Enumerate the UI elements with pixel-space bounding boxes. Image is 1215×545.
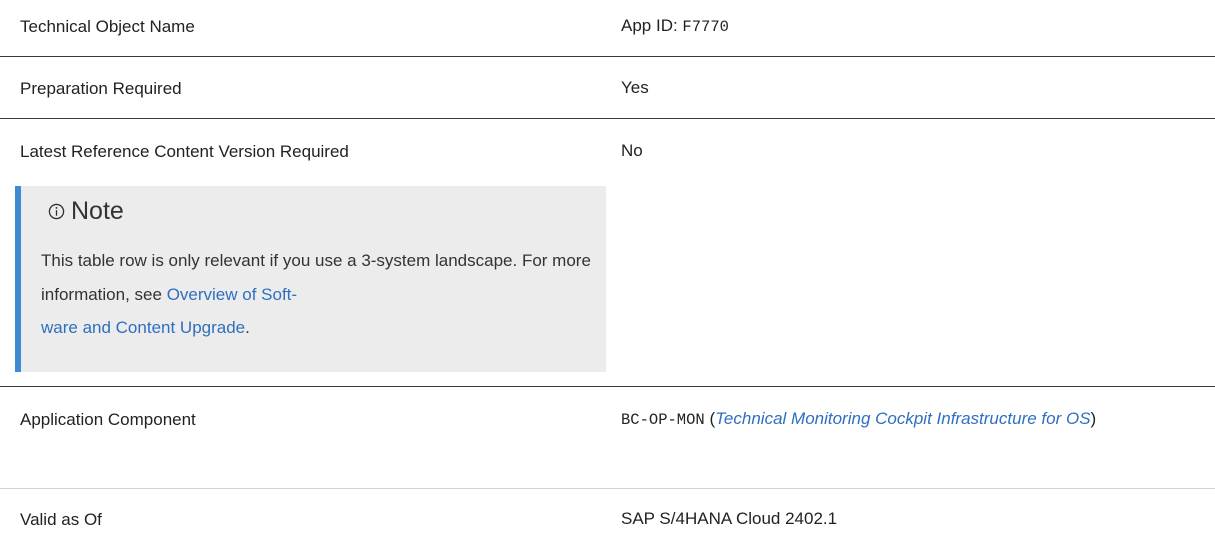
row-value: App ID: F7770 bbox=[621, 10, 1211, 43]
note-box: Note This table row is only relevant if … bbox=[15, 186, 606, 372]
row-label: Valid as Of bbox=[20, 510, 102, 529]
note-title: Note bbox=[48, 197, 124, 226]
row-value: BC-OP-MON (Technical Monitoring Cockpit … bbox=[621, 403, 1211, 436]
app-id-code: F7770 bbox=[682, 18, 729, 36]
note-text-end: . bbox=[245, 318, 250, 337]
row-value: No bbox=[621, 141, 643, 160]
table-divider bbox=[0, 488, 1215, 489]
row-value: SAP S/4HANA Cloud 2402.1 bbox=[621, 509, 838, 528]
component-link[interactable]: Technical Monitoring Cockpit Infrastruct… bbox=[715, 409, 1090, 428]
paren-open: ( bbox=[704, 409, 716, 428]
paren-close: ) bbox=[1090, 409, 1097, 428]
note-text: This table row is only relevant if you u… bbox=[41, 244, 596, 345]
note-accent-bar bbox=[15, 186, 21, 372]
component-code: BC-OP-MON bbox=[621, 411, 705, 429]
note-title-text: Note bbox=[71, 197, 124, 225]
app-id-prefix: App ID: bbox=[621, 16, 683, 35]
row-label: Preparation Required bbox=[20, 79, 182, 98]
row-value: Yes bbox=[621, 78, 649, 97]
note-text-body: This table row is only relevant if you u… bbox=[41, 251, 591, 304]
table-divider bbox=[0, 118, 1215, 119]
row-label: Application Component bbox=[20, 410, 196, 429]
table-divider bbox=[0, 386, 1215, 387]
table-divider bbox=[0, 56, 1215, 57]
row-label: Technical Object Name bbox=[20, 17, 195, 36]
row-label: Latest Reference Content Version Require… bbox=[20, 142, 349, 161]
info-circle-icon bbox=[48, 203, 65, 220]
